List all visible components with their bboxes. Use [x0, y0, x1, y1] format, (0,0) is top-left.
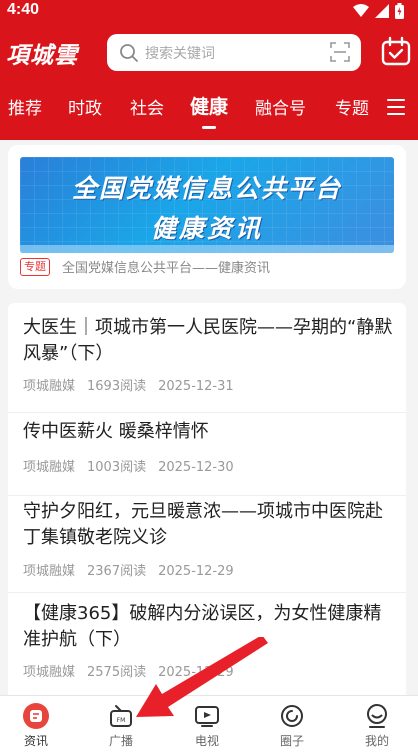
- search-icon: [120, 44, 138, 62]
- news-reads: 1693阅读: [87, 379, 147, 394]
- profile-icon: [367, 704, 387, 728]
- list-item[interactable]: 传中医薪火 暖桑梓情怀 项城融媒 1003阅读 2025-12-30: [8, 413, 406, 496]
- list-item[interactable]: 大医生｜项城市第一人民医院——孕期的“静默风暴”（下） 项城融媒 1693阅读 20…: [8, 303, 406, 413]
- category-tabs: 推荐 时政 社会 健康 融合号 专题: [0, 86, 418, 132]
- nav-label: 广播: [108, 734, 133, 748]
- tab-fusion[interactable]: 融合号: [255, 94, 306, 119]
- status-time: 4:40: [7, 1, 40, 18]
- news-reads: 2367阅读: [87, 564, 147, 579]
- calendar-check-icon[interactable]: [380, 36, 412, 68]
- tab-politics[interactable]: 时政: [68, 94, 102, 119]
- topic-badge: 专题: [20, 258, 50, 276]
- nav-label: 电视: [194, 734, 219, 748]
- news-meta: 项城融媒 1693阅读 2025-12-31: [23, 375, 246, 394]
- news-source: 项城融媒: [23, 460, 76, 475]
- tab-recommend[interactable]: 推荐: [8, 94, 42, 119]
- news-reads: 1003阅读: [87, 460, 147, 475]
- topic-caption: 全国党媒信息公共平台——健康资讯: [62, 261, 271, 276]
- status-bar: 4:40: [0, 0, 418, 24]
- news-icon: [23, 703, 49, 729]
- nav-label: 圈子: [279, 734, 304, 748]
- news-date: 2025-12-29: [158, 564, 234, 579]
- news-source: 项城融媒: [23, 379, 76, 394]
- news-title: 守护夕阳红，元旦暖意浓——项城市中医院赴丁集镇敬老院义诊: [23, 501, 383, 548]
- tabs-menu-icon[interactable]: [387, 99, 405, 120]
- battery-icon: [395, 3, 404, 19]
- news-title: 大医生｜项城市第一人民医院——孕期的“静默风暴”（下）: [23, 317, 393, 364]
- svg-text:FM: FM: [117, 717, 126, 724]
- list-item[interactable]: 守护夕阳红，元旦暖意浓——项城市中医院赴丁集镇敬老院义诊 项城融媒 2367阅读 2…: [8, 496, 406, 593]
- news-source: 项城融媒: [23, 564, 76, 579]
- news-source: 项城融媒: [23, 665, 76, 680]
- news-title: 传中医薪火 暖桑梓情怀: [23, 421, 209, 442]
- app-logo: 項城雲: [6, 42, 78, 69]
- nav-news[interactable]: 资讯: [6, 703, 66, 749]
- news-date: 2025-12-31: [158, 379, 234, 394]
- circle-icon: [281, 705, 303, 727]
- banner-title: 全国党媒信息公共平台: [71, 174, 342, 203]
- pointer-arrow-icon: [136, 637, 268, 717]
- app-header: 4:40 項城雲 搜索关键词 推荐 时政 社会 健康 融合号 专题: [0, 0, 418, 140]
- search-placeholder: 搜索关键词: [145, 46, 215, 62]
- wifi-icon: [353, 4, 369, 17]
- search-bar[interactable]: 搜索关键词: [107, 34, 361, 71]
- tab-health[interactable]: 健康: [190, 92, 228, 119]
- tab-society[interactable]: 社会: [130, 94, 164, 119]
- system-icons: [353, 3, 404, 19]
- scan-icon[interactable]: [330, 42, 350, 62]
- topic-banner[interactable]: 全国党媒信息公共平台 健康资讯: [20, 157, 394, 253]
- news-date: 2025-12-30: [158, 460, 234, 475]
- active-tab-indicator: [202, 126, 216, 129]
- special-topic-card[interactable]: 全国党媒信息公共平台 健康资讯 专题 全国党媒信息公共平台——健康资讯: [8, 145, 406, 289]
- banner-subtitle: 健康资讯: [150, 214, 263, 243]
- nav-label: 我的: [364, 734, 389, 748]
- signal-icon: [375, 4, 389, 18]
- news-meta: 项城融媒 1003阅读 2025-12-30: [23, 456, 246, 475]
- nav-label: 资讯: [23, 734, 48, 748]
- news-meta: 项城融媒 2367阅读 2025-12-29: [23, 560, 246, 579]
- tab-special[interactable]: 专题: [335, 94, 369, 119]
- nav-profile[interactable]: 我的: [347, 703, 407, 749]
- banner-stripe: [20, 245, 394, 253]
